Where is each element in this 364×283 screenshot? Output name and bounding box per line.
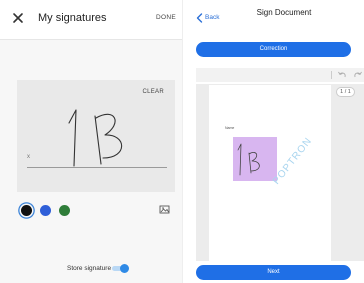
redo-icon[interactable] bbox=[353, 70, 363, 80]
placed-signature-drawing bbox=[237, 143, 260, 176]
signature-editor-header: My signatures DONE bbox=[0, 0, 182, 40]
document-toolbar bbox=[196, 68, 364, 82]
signature-baseline bbox=[27, 167, 167, 168]
document-viewer: Name POPTRON 1 / 1 bbox=[196, 84, 364, 261]
signature-editor-panel: My signatures DONE CLEAR x Store signatu… bbox=[0, 0, 182, 283]
document-field-label: Name bbox=[225, 126, 235, 130]
undo-icon[interactable] bbox=[337, 70, 347, 80]
placed-signature[interactable] bbox=[233, 137, 277, 181]
color-swatch-green[interactable] bbox=[59, 205, 70, 216]
color-swatch-blue[interactable] bbox=[40, 205, 51, 216]
signature-pad[interactable]: CLEAR x bbox=[17, 80, 175, 192]
close-icon[interactable] bbox=[12, 12, 24, 24]
next-button[interactable]: Next bbox=[196, 265, 351, 280]
page-indicator: 1 / 1 bbox=[336, 87, 355, 97]
document-page: Name POPTRON bbox=[209, 85, 331, 261]
store-signature-toggle[interactable] bbox=[112, 264, 129, 273]
color-swatch-black[interactable] bbox=[21, 205, 32, 216]
watermark: POPTRON bbox=[271, 135, 315, 187]
page-title: Sign Document bbox=[256, 8, 312, 17]
correction-button[interactable]: Correction bbox=[196, 42, 351, 57]
signature-drawing bbox=[68, 109, 122, 167]
toggle-knob bbox=[120, 264, 129, 273]
sign-here-marker: x bbox=[27, 154, 30, 160]
toolbar-separator bbox=[331, 71, 332, 79]
image-import-icon[interactable] bbox=[159, 204, 170, 215]
sign-document-panel: Back Sign Document Correction Name POPTR… bbox=[183, 0, 364, 283]
back-chevron-icon[interactable] bbox=[196, 13, 203, 23]
done-button[interactable]: DONE bbox=[156, 14, 176, 21]
back-button[interactable]: Back bbox=[205, 14, 219, 21]
store-signature-label: Store signature bbox=[67, 265, 112, 272]
signatures-title: My signatures bbox=[38, 12, 107, 24]
